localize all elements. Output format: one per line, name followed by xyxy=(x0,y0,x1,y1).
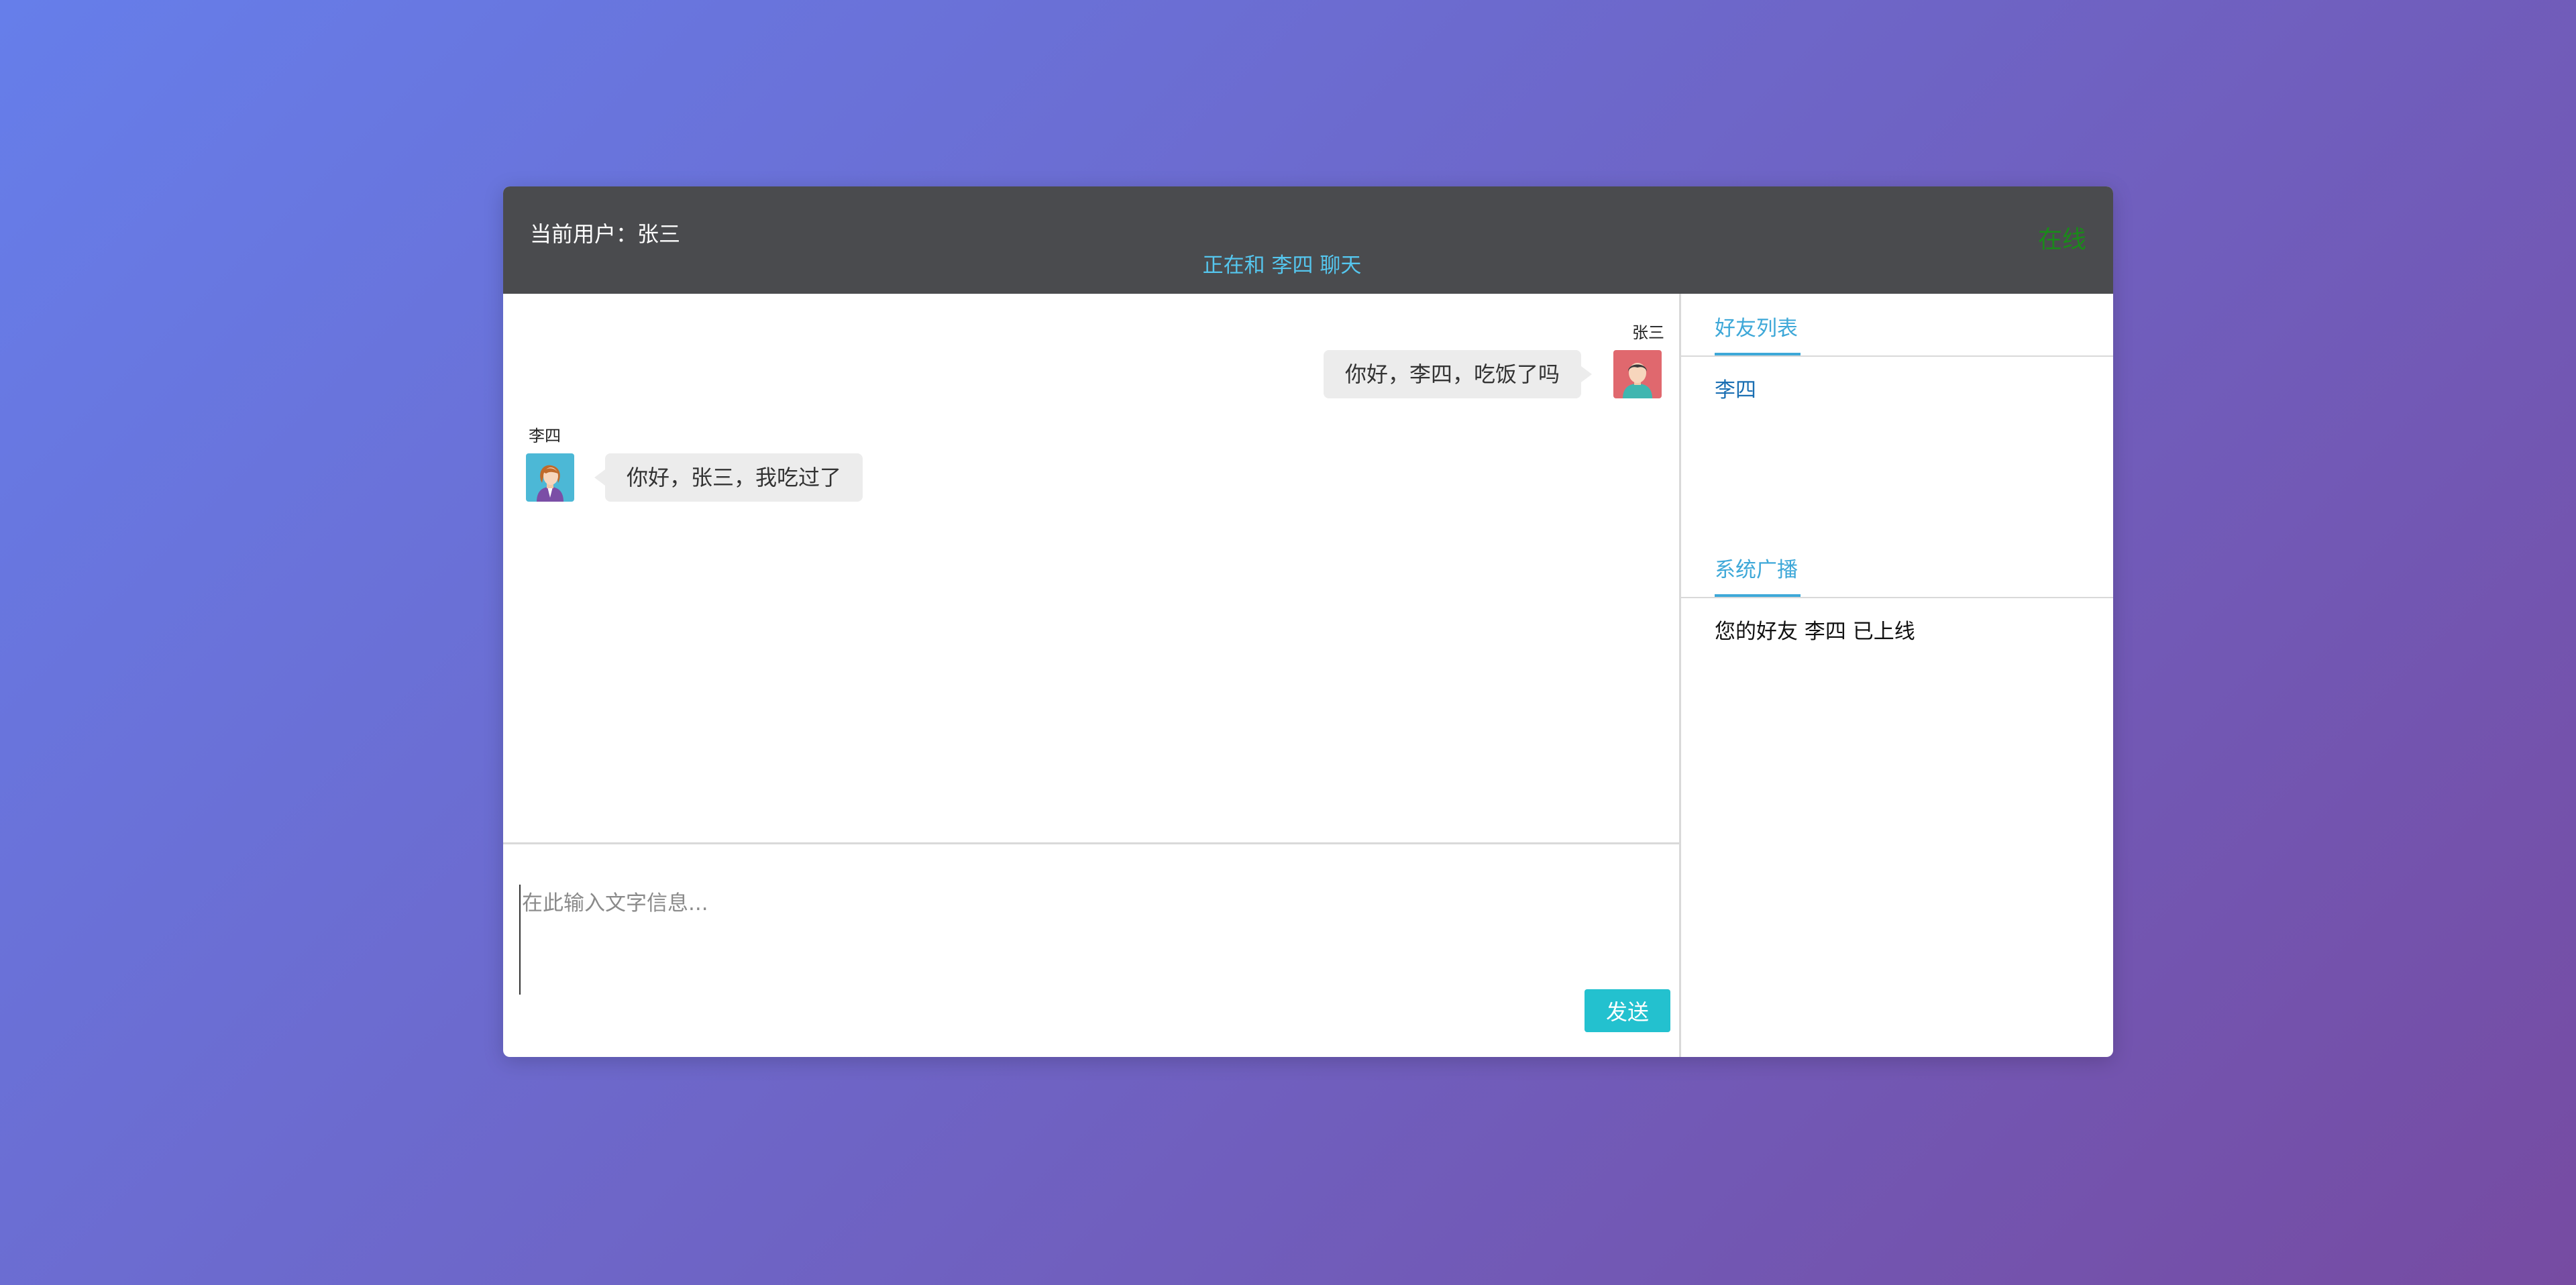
friend-item[interactable]: 李四 xyxy=(1715,373,1756,403)
input-area: 发送 xyxy=(503,842,1681,1057)
broadcast-item: 您的好友 李四 已上线 xyxy=(1715,620,1915,644)
chat-header: 当前用户：张三 正在和 李四 聊天 在线 xyxy=(503,186,2113,294)
chat-window: 当前用户：张三 正在和 李四 聊天 在线 张三 你好，李四，吃饭了吗 李四 你好… xyxy=(503,186,2113,1057)
bubble-arrow xyxy=(1581,366,1592,382)
current-user-label: 当前用户：张三 xyxy=(530,221,681,247)
divider xyxy=(1681,597,2113,598)
message-area[interactable]: 张三 你好，李四，吃饭了吗 李四 你好，张三，我吃过了 xyxy=(503,294,1681,842)
message-sender-name: 李四 xyxy=(529,427,561,445)
system-broadcast-title[interactable]: 系统广播 xyxy=(1715,553,1798,583)
message-bubble: 你好，张三，我吃过了 xyxy=(605,453,863,502)
female-user-avatar-icon xyxy=(526,453,574,502)
message-sender-name: 张三 xyxy=(1632,323,1664,342)
friends-list-title[interactable]: 好友列表 xyxy=(1715,311,1798,341)
send-button[interactable]: 发送 xyxy=(1585,989,1670,1032)
male-user-avatar-icon xyxy=(1613,350,1662,398)
message-input[interactable] xyxy=(519,885,1650,995)
chatting-with-label: 正在和 李四 聊天 xyxy=(1202,254,1362,278)
bubble-arrow xyxy=(594,469,605,486)
message-bubble: 你好，李四，吃饭了吗 xyxy=(1323,350,1581,398)
online-status: 在线 xyxy=(2037,226,2086,254)
divider xyxy=(1681,355,2113,357)
sidebar: 好友列表 李四 系统广播 您的好友 李四 已上线 xyxy=(1681,294,2113,1057)
